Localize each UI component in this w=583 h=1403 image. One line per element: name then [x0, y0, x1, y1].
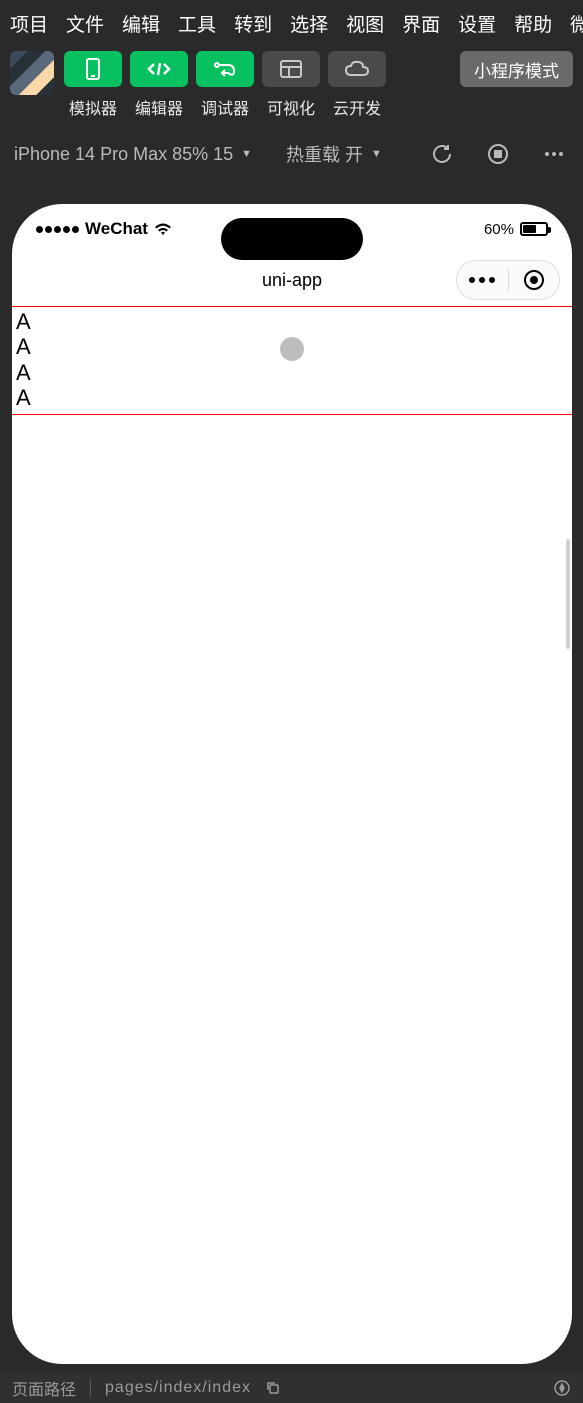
tool-visual[interactable]	[262, 51, 320, 87]
code-icon	[146, 59, 172, 79]
carrier-label: WeChat	[85, 219, 148, 239]
menu-settings[interactable]: 设置	[458, 10, 496, 37]
battery-percent: 60%	[484, 221, 514, 238]
menu-edit[interactable]: 编辑	[122, 10, 160, 37]
menu-bar: 项目 文件 编辑 工具 转到 选择 视图 界面 设置 帮助 微信	[0, 0, 583, 51]
chevron-down-icon: ▼	[371, 148, 382, 160]
menu-layout[interactable]: 界面	[402, 10, 440, 37]
compass-icon[interactable]	[553, 1379, 571, 1397]
menu-file[interactable]: 文件	[66, 10, 104, 37]
app-navbar: uni-app	[12, 254, 572, 306]
capsule-close-button[interactable]	[509, 261, 560, 299]
path-label: 页面路径	[12, 1376, 76, 1400]
path-value[interactable]: pages/index/index	[105, 1379, 251, 1397]
tool-debugger[interactable]	[196, 51, 254, 87]
refresh-icon	[430, 142, 454, 166]
nav-title: uni-app	[262, 270, 322, 291]
menu-select[interactable]: 选择	[290, 10, 328, 37]
menu-view[interactable]: 视图	[346, 10, 384, 37]
wifi-icon	[154, 222, 172, 236]
refresh-button[interactable]	[427, 139, 457, 169]
hot-reload-label: 热重载 开	[286, 141, 363, 167]
tool-editor[interactable]	[130, 51, 188, 87]
menu-help[interactable]: 帮助	[514, 10, 552, 37]
more-button[interactable]	[539, 139, 569, 169]
scrollbar[interactable]	[566, 539, 570, 649]
device-row: iPhone 14 Pro Max 85% 15 ▼ 热重载 开 ▼	[0, 129, 583, 187]
target-icon	[524, 270, 544, 290]
touch-indicator	[280, 337, 304, 361]
tool-cloud[interactable]	[328, 51, 386, 87]
route-icon	[212, 59, 238, 79]
tool-visual-label: 可视化	[267, 95, 315, 119]
device-select[interactable]: iPhone 14 Pro Max 85% 15 ▼	[14, 144, 252, 165]
more-horizontal-icon	[542, 142, 566, 166]
menu-tools[interactable]: 工具	[178, 10, 216, 37]
more-horizontal-icon	[469, 277, 495, 283]
chevron-down-icon: ▼	[241, 148, 252, 160]
copy-icon[interactable]	[265, 1380, 281, 1396]
list-item: A	[16, 385, 568, 410]
layout-icon	[279, 59, 303, 79]
tool-debugger-label: 调试器	[201, 95, 249, 119]
tool-editor-label: 编辑器	[135, 95, 183, 119]
hot-reload-toggle[interactable]: 热重载 开 ▼	[286, 141, 382, 167]
tool-group: 模拟器 编辑器 调试器 可视化 云开发	[64, 51, 386, 119]
menu-goto[interactable]: 转到	[234, 10, 272, 37]
menu-wechat[interactable]: 微信	[570, 10, 583, 37]
mode-button[interactable]: 小程序模式	[460, 51, 573, 87]
cloud-icon	[343, 59, 371, 79]
app-content[interactable]: A A A A	[12, 306, 572, 415]
capsule-button	[456, 260, 560, 300]
capsule-menu-button[interactable]	[457, 261, 508, 299]
device-select-label: iPhone 14 Pro Max 85% 15	[14, 144, 233, 165]
phone-icon	[83, 57, 103, 81]
tool-cloud-label: 云开发	[333, 95, 381, 119]
tool-simulator[interactable]	[64, 51, 122, 87]
path-bar: 页面路径 pages/index/index	[0, 1373, 583, 1403]
menu-project[interactable]: 项目	[10, 10, 48, 37]
battery-icon	[520, 222, 548, 236]
stop-button[interactable]	[483, 139, 513, 169]
list-item: A	[16, 360, 568, 385]
stop-icon	[486, 142, 510, 166]
tool-simulator-label: 模拟器	[69, 95, 117, 119]
signal-icon	[36, 226, 79, 233]
toolbar: 模拟器 编辑器 调试器 可视化 云开发 小程序模式	[0, 51, 583, 129]
avatar[interactable]	[10, 51, 54, 95]
list-item: A	[16, 309, 568, 334]
phone-simulator: WeChat 60% uni-app A A A A	[12, 204, 572, 1364]
